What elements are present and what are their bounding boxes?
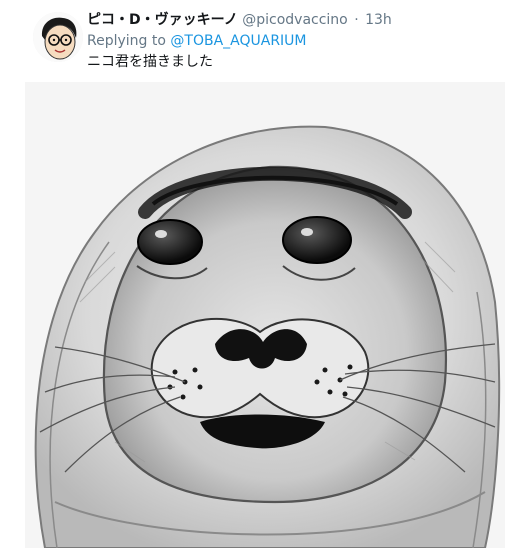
tweet-timestamp[interactable]: 13h — [365, 12, 392, 28]
separator-dot: · — [354, 12, 359, 28]
tweet-media-image[interactable] — [25, 82, 505, 548]
display-name[interactable]: ピコ・D・ヴァッキーノ — [87, 12, 238, 28]
avatar[interactable] — [33, 12, 83, 62]
pencil-sketch-seal-icon — [25, 82, 505, 548]
user-handle[interactable]: @picodvaccino — [242, 12, 348, 28]
reply-target-link[interactable]: @TOBA_AQUARIUM — [170, 33, 306, 49]
reply-prefix: Replying to — [87, 33, 166, 49]
reply-context: Replying to @TOBA_AQUARIUM — [87, 31, 307, 51]
cartoon-face-with-glasses-icon — [33, 12, 83, 62]
tweet-text: ニコ君を描きました — [87, 54, 213, 70]
tweet-header: ピコ・D・ヴァッキーノ @picodvaccino · 13h — [87, 10, 392, 30]
tweet-card: ピコ・D・ヴァッキーノ @picodvaccino · 13h Replying… — [0, 0, 525, 559]
